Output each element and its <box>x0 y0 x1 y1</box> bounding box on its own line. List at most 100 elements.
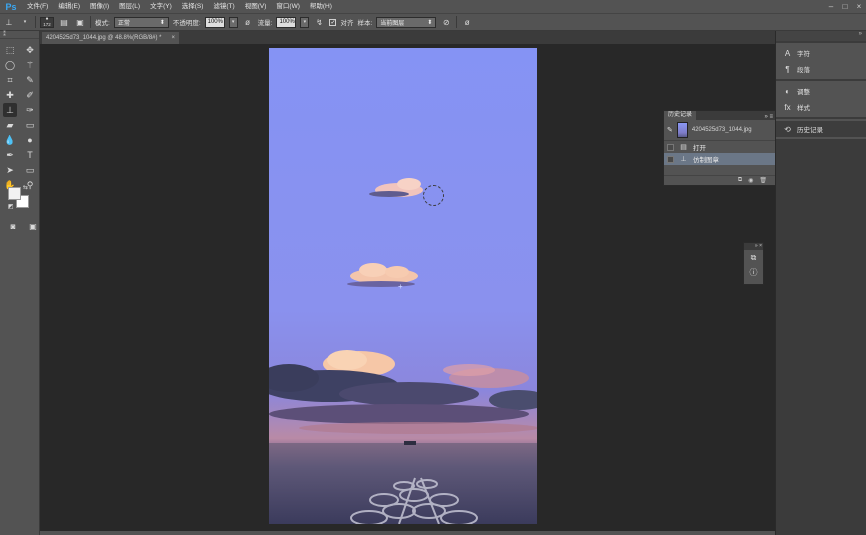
pressure-opacity-icon[interactable]: ø <box>242 16 254 28</box>
close-icon[interactable]: × <box>171 35 175 41</box>
tab-history[interactable]: 历史记录 <box>664 111 697 120</box>
panel-menu-icon[interactable]: » ≡ <box>764 114 775 120</box>
path-selection-tool-icon[interactable]: ➤ <box>3 163 17 177</box>
type-tool-icon[interactable]: T <box>23 148 37 162</box>
eyedropper-tool-icon[interactable]: ✎ <box>23 73 37 87</box>
healing-brush-tool-icon[interactable]: ✚ <box>3 88 17 102</box>
color-swatches: ⇆ ◩ <box>8 184 34 213</box>
history-brush-tool-icon[interactable]: ✑ <box>23 103 37 117</box>
menu-help[interactable]: 帮助(H) <box>305 0 337 13</box>
opacity-label: 不透明度: <box>172 20 201 27</box>
dock-item-label: 样式 <box>797 105 810 112</box>
dock-item-history[interactable]: ⟲ 历史记录 <box>776 121 866 137</box>
blur-tool-icon[interactable]: 💧 <box>3 133 17 147</box>
dock-group-type: A 字符 ¶ 段落 <box>776 43 866 79</box>
lasso-tool-icon[interactable]: ◯ <box>3 58 17 72</box>
history-brush-source-box[interactable] <box>667 155 674 163</box>
pressure-size-icon[interactable]: ø <box>461 16 473 28</box>
snapshot-brush-icon[interactable]: ✎ <box>667 126 673 134</box>
new-document-from-state-icon[interactable]: ⧉ <box>738 177 742 184</box>
marquee-tool-icon[interactable]: ⬚ <box>3 43 17 57</box>
dock-item-adjustments[interactable]: ◐ 调整 <box>776 83 866 99</box>
pen-tool-icon[interactable]: ✒ <box>3 148 17 162</box>
menu-filter[interactable]: 滤镜(T) <box>208 0 239 13</box>
magic-wand-tool-icon[interactable]: ⚚ <box>23 58 37 72</box>
camera-snapshot-icon[interactable]: ◉ <box>748 177 753 184</box>
brush-tool-icon[interactable]: ✐ <box>23 88 37 102</box>
history-footer: ⧉ ◉ 🗑 <box>664 175 775 185</box>
history-step-open[interactable]: ▤ 打开 <box>664 141 775 153</box>
menu-file[interactable]: 文件(F) <box>22 0 53 13</box>
swap-colors-icon[interactable]: ⇆ <box>23 184 28 191</box>
document-tab[interactable]: 4204525d73_1044.jpg @ 48.8%(RGB/8#) * × <box>42 32 179 44</box>
collapsed-panel-group: » × ⧉ ⓘ <box>743 242 764 285</box>
history-step-clone-stamp[interactable]: ⊥ 仿制图章 <box>664 153 775 165</box>
distant-ship <box>404 441 416 445</box>
rectangle-tool-icon[interactable]: ▭ <box>23 163 37 177</box>
close-button[interactable]: × <box>852 0 866 13</box>
minimize-button[interactable]: – <box>824 0 838 13</box>
paragraph-icon: ¶ <box>785 64 790 74</box>
mode-dropdown[interactable]: 正常 ⬍ <box>113 16 169 28</box>
trash-icon[interactable]: 🗑 <box>759 177 767 184</box>
dock-item-label: 段落 <box>797 67 810 74</box>
history-brush-source-box[interactable] <box>667 143 674 151</box>
flow-input[interactable]: 100% <box>276 16 297 28</box>
sample-dropdown[interactable]: 当前图层 ⬍ <box>376 16 437 28</box>
brush-size-picker[interactable]: ● 172 <box>40 16 54 28</box>
foreground-color-swatch[interactable] <box>8 187 21 200</box>
ignore-adjustment-layers-icon[interactable]: ⊘ <box>440 16 452 28</box>
menu-view[interactable]: 视图(V) <box>240 0 272 13</box>
open-file-icon: ▤ <box>680 144 687 151</box>
brush-panel-icon[interactable]: ▤ <box>58 16 70 28</box>
snapshot-name: 4204525d73_1044.jpg <box>691 127 752 133</box>
mini-panel-header[interactable]: » × <box>744 243 763 250</box>
dock-item-character[interactable]: A 字符 <box>776 45 866 61</box>
menu-select[interactable]: 选择(S) <box>177 0 209 13</box>
sample-value: 当前图层 <box>380 20 405 27</box>
menu-window[interactable]: 窗口(W) <box>271 0 304 13</box>
opacity-dropdown-button[interactable]: ▾ <box>228 16 238 28</box>
dock-item-styles[interactable]: fx 样式 <box>776 99 866 115</box>
menu-layer[interactable]: 图层(L) <box>114 0 145 13</box>
history-snapshot[interactable]: ✎ 4204525d73_1044.jpg <box>664 120 775 141</box>
dock-item-label: 调整 <box>797 89 810 96</box>
separator <box>90 16 91 28</box>
status-bar <box>40 531 775 535</box>
eraser-tool-icon[interactable]: ▰ <box>3 118 17 132</box>
clone-source-panel-icon[interactable]: ▣ <box>74 16 86 28</box>
crop-tool-icon[interactable]: ⌗ <box>3 73 17 87</box>
screen-mode-icon[interactable]: ▣ <box>26 219 40 233</box>
gradient-tool-icon[interactable]: ▭ <box>23 118 37 132</box>
opacity-input[interactable]: 100% <box>204 16 225 28</box>
history-step-label: 仿制图章 <box>693 157 719 164</box>
dock-item-paragraph[interactable]: ¶ 段落 <box>776 61 866 77</box>
clone-stamp-tool-icon[interactable]: ⊥ <box>3 16 15 28</box>
tools-panel: ⁑ ⬚ ✥ ◯ ⚚ ⌗ ✎ ✚ ✐ ⊥ ✑ ▰ ▭ 💧 ● ✒ T ➤ ▭ ✋ … <box>0 31 40 535</box>
collapse-dock-icon[interactable]: » <box>776 31 866 41</box>
snapshot-thumbnail <box>676 122 688 138</box>
menu-image[interactable]: 图像(I) <box>85 0 114 13</box>
flow-label: 流量: <box>257 20 273 27</box>
dodge-tool-icon[interactable]: ● <box>23 133 37 147</box>
aligned-checkbox[interactable]: ✓ <box>329 18 337 26</box>
toolbox-grip[interactable]: ⁑ <box>0 31 39 39</box>
airbrush-icon[interactable]: ↯ <box>313 16 325 28</box>
chevron-down-icon: ⬍ <box>427 19 433 26</box>
default-colors-icon[interactable]: ◩ <box>8 203 14 210</box>
history-panel-header[interactable]: 历史记录 » ≡ <box>664 111 775 120</box>
menu-edit[interactable]: 编辑(E) <box>53 0 85 13</box>
clone-stamp-tool-icon[interactable]: ⊥ <box>3 103 17 117</box>
flow-dropdown-button[interactable]: ▾ <box>300 16 310 28</box>
tool-preset-dropdown-icon[interactable]: ▾ <box>19 16 31 28</box>
maximize-button[interactable]: □ <box>838 0 852 13</box>
document-tab-title: 4204525d73_1044.jpg @ 48.8%(RGB/8#) * <box>46 35 162 41</box>
quick-mask-icon[interactable]: ◙ <box>6 219 20 233</box>
mode-label: 模式: <box>95 20 110 27</box>
info-icon[interactable]: ⓘ <box>744 265 763 280</box>
move-tool-icon[interactable]: ✥ <box>23 43 37 57</box>
document-image[interactable] <box>269 48 537 524</box>
menu-type[interactable]: 文字(Y) <box>145 0 177 13</box>
photoshop-logo: Ps <box>5 1 17 12</box>
clone-source-panel-icon[interactable]: ⧉ <box>744 250 763 265</box>
